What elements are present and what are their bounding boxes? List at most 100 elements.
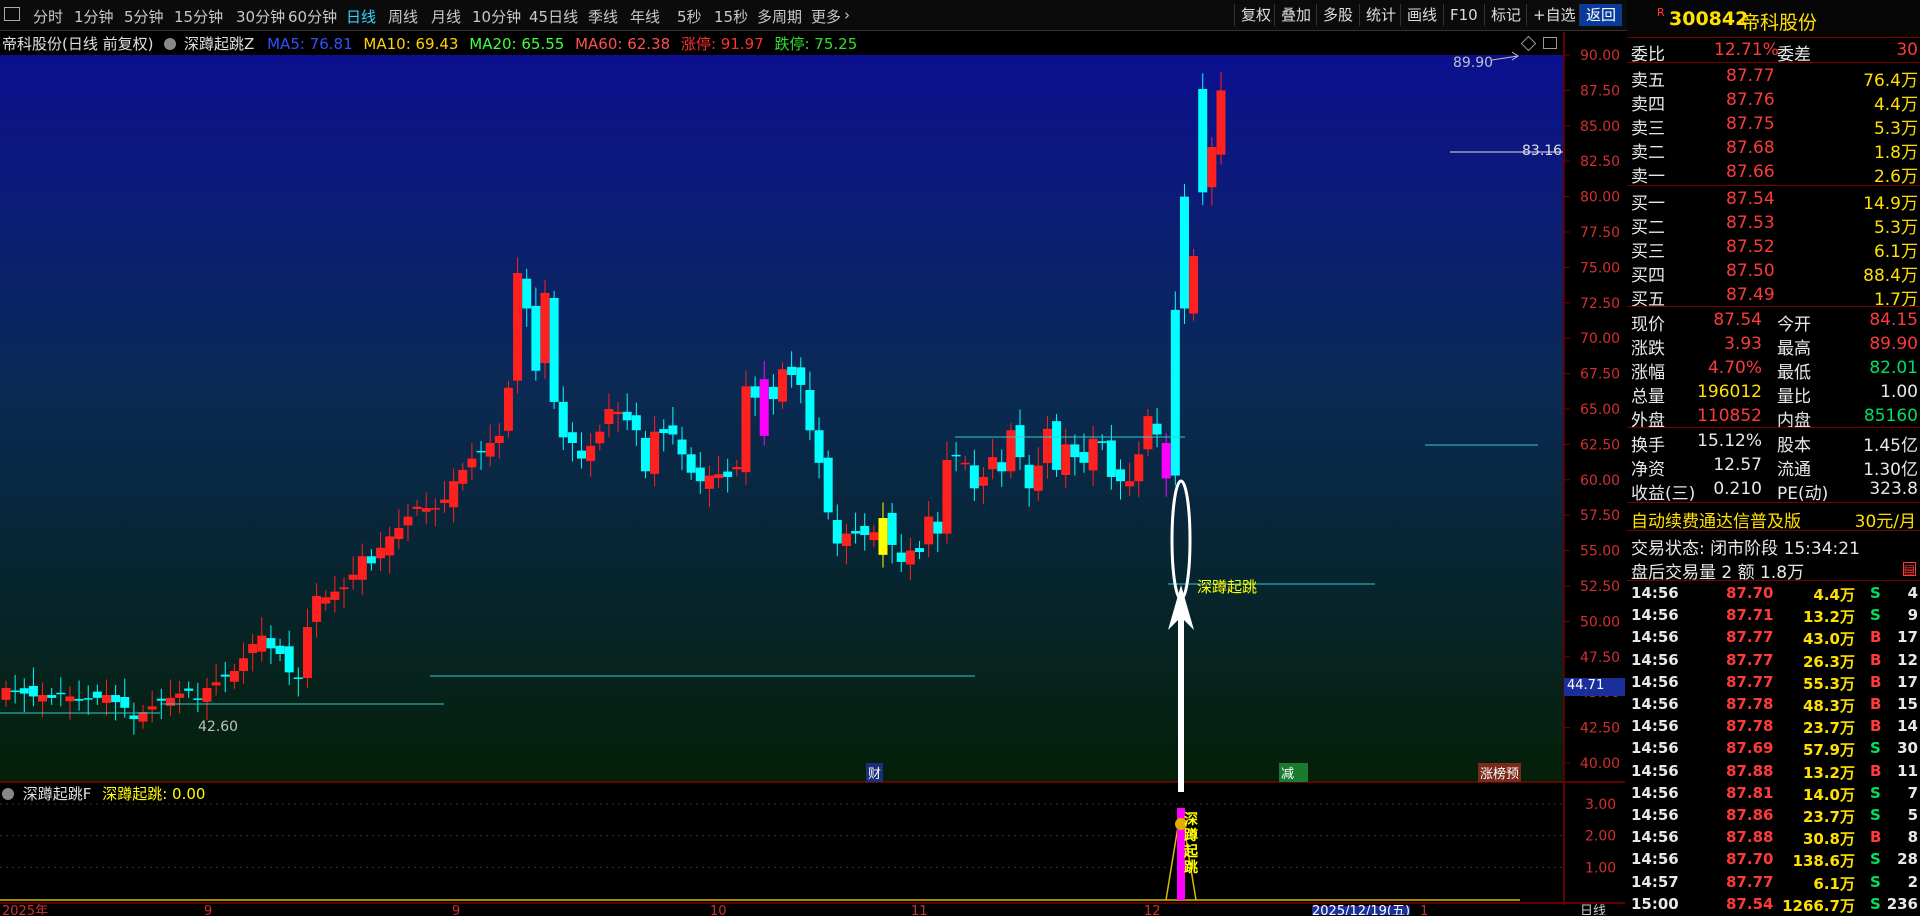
period-tab[interactable]: 15分钟 [174,6,223,27]
indicator-name[interactable]: 深蹲起跳Z [184,35,254,53]
stat-row[interactable]: 换手 15.12% 股本 1.45亿 [1627,429,1920,456]
tick-volume: 23.7万 [1802,719,1855,738]
period-tab[interactable]: 月线 [431,6,461,27]
bid-row[interactable]: 买五 87.49 1.7万 [1627,283,1920,310]
price-tick: 62.50 [1580,437,1620,453]
candle-body [1,687,11,700]
bid-row[interactable]: 买四 87.50 88.4万 [1627,259,1920,286]
period-tab[interactable]: 周线 [388,6,418,27]
tick-side: S [1870,739,1881,758]
menu-icon[interactable] [4,7,20,21]
ma20-value: MA20: 65.55 [469,35,565,53]
badge-rank[interactable]: 涨榜预 [1478,763,1522,782]
stat-row[interactable]: 净资 12.57 流通 1.30亿 [1627,453,1920,480]
candle-body [467,458,477,468]
toolbar-button[interactable]: 返回 [1579,4,1623,26]
promo-row[interactable]: 自动续费通达信普及版 30元/月 [1627,505,1920,532]
candle-body [449,481,459,508]
tick-row: 14:57 87.77 6.1万 S 2 [1627,872,1920,894]
toolbar-button[interactable]: +自选 [1526,4,1582,26]
period-tab[interactable]: 15秒 [714,6,748,27]
promo-text[interactable]: 自动续费通达信普及版 [1631,507,1801,532]
layout-icon[interactable] [1543,37,1557,49]
period-tab[interactable]: 5秒 [677,6,702,27]
stat-row[interactable]: 涨跌 3.93 最高 89.90 [1627,332,1920,359]
candle-body [586,445,596,462]
price-tick: 42.50 [1580,721,1620,737]
toolbar-button[interactable]: 画线 [1400,4,1443,26]
period-tab[interactable]: 多周期 [757,6,802,27]
high-price-label: 89.90 [1453,55,1494,71]
candle-body [924,516,934,545]
toolbar-button[interactable]: 统计 [1359,4,1402,26]
ask-row[interactable]: 卖四 87.76 4.4万 [1627,88,1920,115]
period-tab[interactable]: 季线 [588,6,618,27]
expand-icon[interactable]: ▤ [1902,562,1916,576]
period-tab[interactable]: 10分钟 [472,6,521,27]
tick-price: 87.71 [1726,606,1774,625]
stat-row[interactable]: 涨幅 4.70% 最低 82.01 [1627,356,1920,383]
tick-row: 14:56 87.71 13.2万 S 9 [1627,605,1920,627]
bid-row[interactable]: 买三 87.52 6.1万 [1627,235,1920,262]
tick-row: 14:56 87.78 48.3万 B 15 [1627,694,1920,716]
quote-separator [1627,427,1920,428]
tick-count: 30 [1897,739,1918,758]
ask-row[interactable]: 卖二 87.68 1.8万 [1627,136,1920,163]
period-tab[interactable]: 1分钟 [74,6,114,27]
period-tab[interactable]: 30分钟 [236,6,285,27]
bid-price: 87.50 [1726,261,1775,281]
after-hours-row[interactable]: 盘后交易量 2 额 1.8万 ▤ [1627,556,1920,583]
sub-toggle-icon[interactable] [2,788,14,800]
toolbar-button[interactable]: 标记 [1484,4,1527,26]
stat-row[interactable]: 收益(三) 0.210 PE(动) 323.8 [1627,477,1920,504]
promo-price[interactable]: 30元/月 [1855,507,1916,532]
stat-label: PE(动) [1777,484,1829,504]
period-tab[interactable]: 更多 [811,6,841,27]
stat-row[interactable]: 外盘 110852 内盘 85160 [1627,404,1920,431]
chevron-right-icon[interactable]: › [844,6,850,24]
candle-body [686,454,696,473]
price-axis: 90.00 87.50 85.00 82.50 80.00 77.50 75.00 72.50… [1564,48,1620,772]
ask-label: 卖一 [1631,167,1665,187]
price-tick: 55.00 [1580,544,1620,560]
candle-body [1189,256,1199,314]
ask-row[interactable]: 卖五 87.77 76.4万 [1627,64,1920,91]
trade-state-row[interactable]: 交易状态: 闭市阶段 15:34:21 [1627,532,1920,559]
period-tab[interactable]: 5分钟 [124,6,164,27]
ask-volume: 2.6万 [1873,167,1918,187]
toolbar-button[interactable]: 多股 [1316,4,1359,26]
indicator-toggle-icon[interactable] [164,38,177,50]
toolbar-button[interactable]: F10 [1443,4,1484,26]
sub-indicator-name[interactable]: 深蹲起跳F [23,785,92,803]
badge-finance[interactable]: 财 [866,763,884,782]
ask-row[interactable]: 卖三 87.75 5.3万 [1627,112,1920,139]
stat-row[interactable]: 总量 196012 量比 1.00 [1627,380,1920,407]
quote-separator [1627,530,1920,531]
toolbar-button[interactable]: 复权 [1234,4,1277,26]
ma60-value: MA60: 62.38 [575,35,671,53]
weibi-row[interactable]: 委比 12.71% 委差 30 [1627,38,1920,65]
stat-row[interactable]: 现价 87.54 今开 84.15 [1627,308,1920,335]
period-tab[interactable]: 60分钟 [288,6,337,27]
stock-code: 300842 [1669,8,1749,30]
candle-body [540,292,550,364]
ma5-value: MA5: 76.81 [267,35,353,53]
bid-row[interactable]: 买一 87.54 14.9万 [1627,187,1920,214]
tick-side: S [1870,606,1881,625]
candle-body [220,674,230,677]
tick-count: 7 [1907,783,1918,802]
ask-row[interactable]: 卖一 87.66 2.6万 [1627,160,1920,187]
period-tab[interactable]: 分时 [33,6,63,27]
candle-body [10,690,20,693]
stat-value: 12.57 [1713,455,1762,475]
bid-row[interactable]: 买二 87.53 5.3万 [1627,211,1920,238]
stock-name: 帝科股份 [1741,12,1818,34]
weicha-value: 30 [1896,40,1918,60]
period-tab[interactable]: 45日线 [529,6,578,27]
period-tab[interactable]: 日线 [346,6,376,27]
kline-chart[interactable]: 90.00 87.50 85.00 82.50 80.00 77.50 75.00 72.50… [0,32,1625,915]
period-tab[interactable]: 年线 [630,6,660,27]
badge-reduce[interactable]: 减 [1279,763,1309,782]
tick-time: 15:00 [1631,894,1679,913]
toolbar-button[interactable]: 叠加 [1274,4,1317,26]
